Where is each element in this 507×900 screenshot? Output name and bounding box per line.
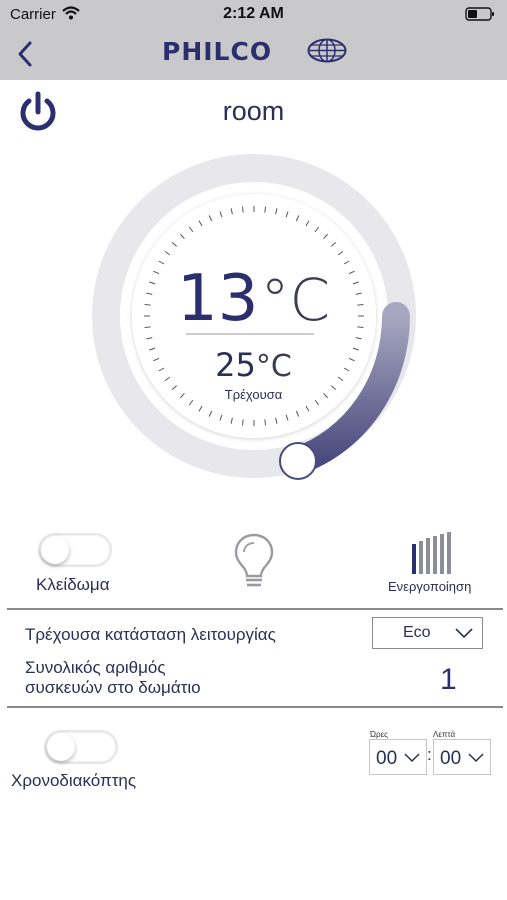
hours-select[interactable]: 00: [369, 739, 427, 775]
current-temperature-value: 25: [215, 346, 256, 384]
timer-label: Χρονοδιακόπτης: [11, 771, 137, 790]
battery-icon: [465, 7, 494, 21]
set-temperature: 13°C: [0, 262, 507, 336]
room-title: room: [222, 96, 285, 126]
temperature-slider-knob[interactable]: [279, 442, 317, 480]
dial-tick: [242, 419, 244, 426]
brand-logo-text: PHILCO: [162, 37, 273, 66]
navigation-bar: PHILCO: [0, 28, 507, 80]
hours-caption: Ώρες: [370, 730, 388, 739]
dial-tick: [242, 206, 244, 213]
minutes-value: 00: [440, 748, 462, 769]
lock-toggle[interactable]: [38, 533, 112, 567]
devices-count-label-line1: Συνολικός αριθμός: [25, 658, 166, 677]
dial-tick: [264, 419, 266, 426]
devices-count-value: 1: [440, 663, 457, 696]
current-temperature: 25°C: [0, 346, 507, 384]
light-bulb-icon[interactable]: [232, 531, 276, 591]
chevron-down-icon: [455, 628, 473, 639]
status-time: 2:12 AM: [223, 5, 284, 22]
hours-value: 00: [376, 748, 398, 769]
devices-count-label-line2: συσκευών στο δωμάτιο: [25, 678, 201, 697]
timer-toggle[interactable]: [44, 730, 118, 764]
time-separator: :: [427, 745, 432, 764]
chevron-down-icon: [468, 753, 484, 763]
dial-tick: [264, 206, 266, 213]
timer-toggle-knob: [47, 733, 75, 761]
minutes-caption: Λεπτά: [433, 730, 456, 739]
section-divider: [7, 706, 503, 708]
current-temperature-unit: °C: [255, 349, 292, 384]
devices-count-label: Συνολικός αριθμός συσκευών στο δωμάτιο: [25, 658, 201, 698]
chevron-down-icon: [404, 753, 420, 763]
lock-toggle-knob: [41, 536, 69, 564]
minutes-select[interactable]: 00: [433, 739, 491, 775]
globe-grid-icon: [307, 38, 347, 63]
lock-label: Κλείδωμα: [36, 575, 110, 594]
status-bar: Carrier 2:12 AM: [0, 0, 507, 28]
operating-mode-value: Eco: [403, 624, 431, 641]
operating-mode-select[interactable]: Eco: [372, 617, 483, 649]
operating-mode-label: Τρέχουσα κατάσταση λειτουργίας: [25, 625, 276, 644]
set-temperature-value: 13: [177, 262, 259, 336]
chevron-left-icon[interactable]: [12, 38, 40, 70]
section-divider: [7, 608, 503, 610]
set-temperature-unit: °C: [260, 266, 330, 334]
current-temperature-label: Τρέχουσα: [224, 387, 283, 402]
signal-bars-icon[interactable]: [409, 532, 453, 576]
activation-label: Ενεργοποίηση: [388, 579, 472, 594]
